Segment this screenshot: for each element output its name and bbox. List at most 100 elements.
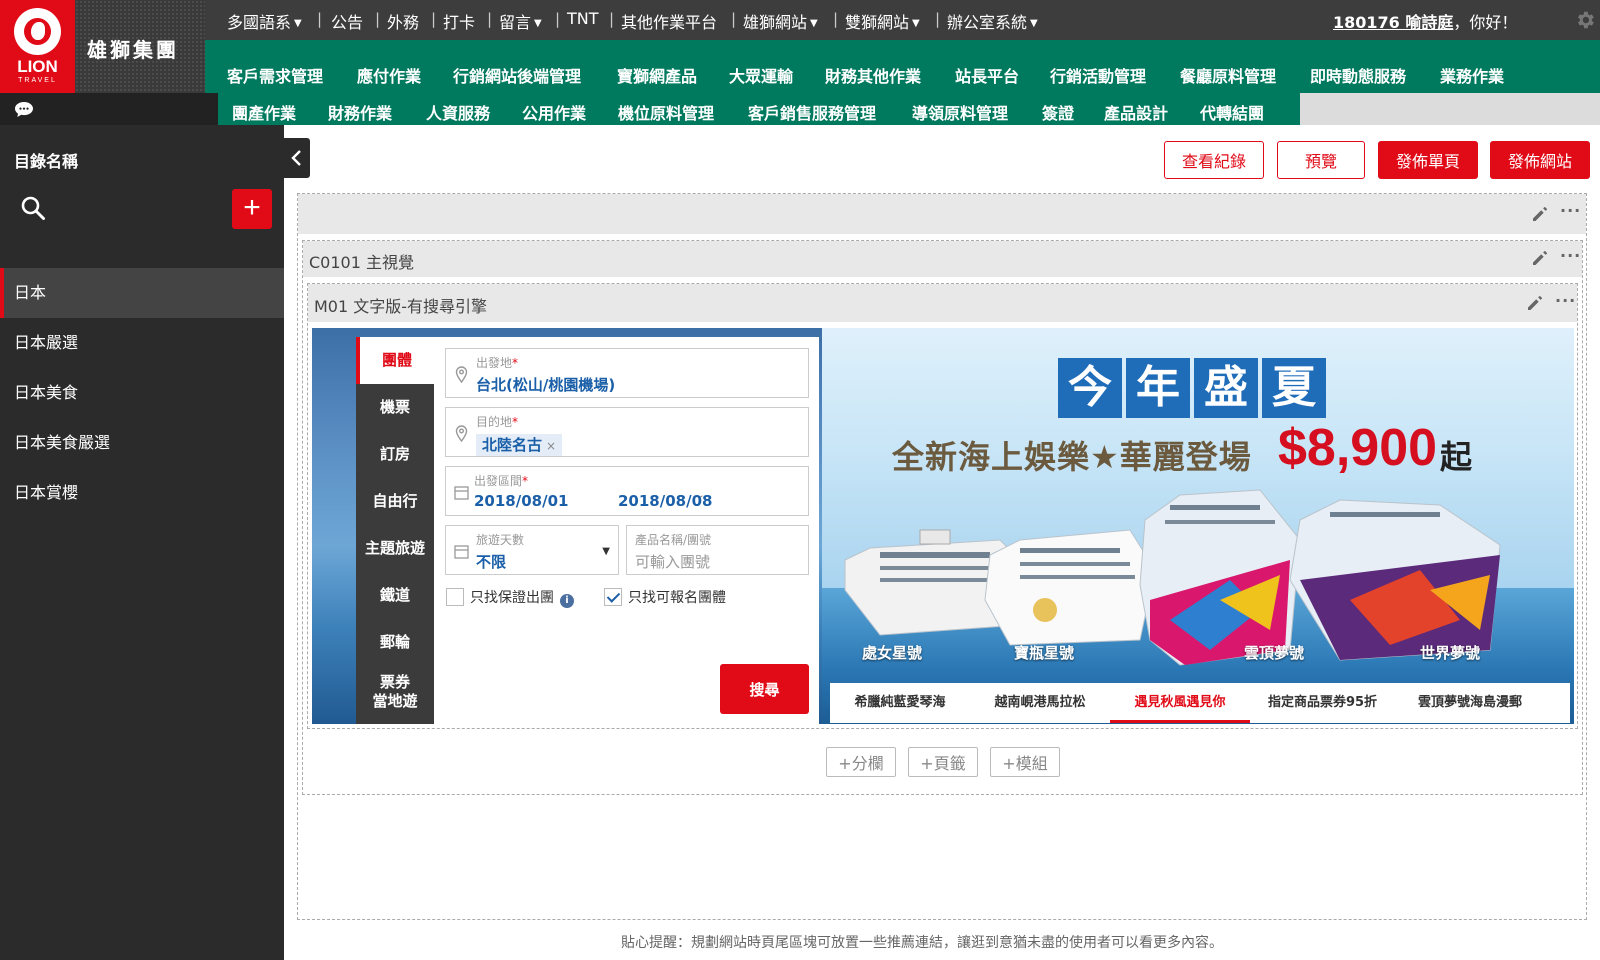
separator: | [375, 10, 381, 28]
lion-logo-icon [14, 8, 61, 55]
available-checkbox[interactable]: 只找可報名團體 [604, 587, 726, 607]
nav-visa[interactable]: 簽證 [1042, 100, 1074, 124]
gear-icon[interactable] [1574, 9, 1596, 31]
destination-field[interactable]: 目的地* 北陸名古 × [445, 407, 809, 457]
nav-realtime-services[interactable]: 即時動態服務 [1310, 63, 1406, 87]
nav-public-transport[interactable]: 大眾運輸 [729, 63, 793, 87]
checkbox-unchecked[interactable] [446, 588, 464, 606]
nav-business[interactable]: 業務作業 [1440, 63, 1504, 87]
date-range-field[interactable]: 出發區間* 2018/08/01 ~ 2018/08/08 [445, 466, 809, 516]
nav-customer-sales[interactable]: 客戶銷售服務管理 [748, 100, 876, 124]
more-options-icon[interactable]: ··· [1560, 201, 1581, 220]
sidebar-title: 目錄名稱 [14, 152, 79, 171]
nav-seat-materials[interactable]: 機位原料管理 [618, 100, 714, 124]
pencil-icon[interactable] [1526, 294, 1544, 312]
nav-marketing-backend[interactable]: 行銷網站後端管理 [453, 63, 581, 87]
nav-marketing-events[interactable]: 行銷活動管理 [1050, 63, 1146, 87]
add-catalog-button[interactable]: + [232, 189, 272, 229]
top-item-announcement[interactable]: 公告 [331, 9, 363, 33]
publish-page-button[interactable]: 發佈單頁 [1378, 141, 1478, 179]
nav-payables[interactable]: 應付作業 [357, 63, 421, 87]
pencil-icon[interactable] [1531, 205, 1549, 223]
search-button[interactable]: 搜尋 [720, 664, 809, 714]
promo-tab-ticket-discount[interactable]: 指定商品票券95折 [1250, 683, 1395, 723]
sidebar-item-japan-food[interactable]: 日本美食 [0, 368, 284, 418]
lion-travel-logo[interactable]: LION TRAVEL [0, 0, 75, 93]
hero-title-char: 夏 [1262, 358, 1326, 418]
hero-title: 今 年 盛 夏 [1058, 358, 1326, 418]
nav-hr[interactable]: 人資服務 [426, 100, 490, 124]
user-name-link[interactable]: 180176 喻詩庭 [1333, 13, 1453, 32]
add-column-button[interactable]: +分欄 [826, 747, 896, 777]
sidebar-item-japan-sakura[interactable]: 日本賞櫻 [0, 468, 284, 518]
promo-tab-autumn[interactable]: 遇見秋風遇見你 [1110, 683, 1250, 723]
sidebar-item-japan[interactable]: 日本 [0, 268, 284, 318]
trip-days-dropdown[interactable]: 旅遊天數 不限 ▼ [445, 525, 619, 575]
tab-hotel[interactable]: 訂房 [356, 431, 434, 478]
top-item-dual-lion-sites[interactable]: 雙獅網站 ▼ [845, 9, 920, 33]
tab-cruise[interactable]: 郵輪 [356, 619, 434, 666]
more-options-icon[interactable]: ··· [1555, 291, 1576, 310]
nav-guide-materials[interactable]: 導領原料管理 [912, 100, 1008, 124]
search-category-tabs: 團體 機票 訂房 自由行 主題旅遊 鐵道 郵輪 票券 當地遊 [356, 337, 434, 724]
separator: | [833, 10, 839, 28]
nav-webmaster[interactable]: 站長平台 [955, 63, 1019, 87]
publish-site-button[interactable]: 發佈網站 [1490, 141, 1590, 179]
sidebar-item-japan-food-selection[interactable]: 日本美食嚴選 [0, 418, 284, 468]
destination-label: 目的地* [476, 415, 519, 429]
tab-rail[interactable]: 鐵道 [356, 572, 434, 619]
top-item-tnt[interactable]: TNT [567, 9, 599, 28]
chat-bubble-icon[interactable] [14, 101, 34, 118]
top-item-clock-in[interactable]: 打卡 [443, 9, 475, 33]
promo-tab-genting-island[interactable]: 雲頂夢號海島漫郵 [1395, 683, 1545, 723]
origin-field[interactable]: 出發地* 台北(松山/桃園機場) [445, 348, 809, 398]
add-module-button[interactable]: +模組 [990, 747, 1060, 777]
ship-label: 處女星號 [862, 644, 923, 662]
top-item-office-systems[interactable]: 辦公室系統 ▼ [947, 9, 1038, 33]
nav-product-design[interactable]: 產品設計 [1104, 100, 1168, 124]
tab-independent[interactable]: 自由行 [356, 478, 434, 525]
separator: | [555, 10, 561, 28]
tab-theme-tour[interactable]: 主題旅遊 [356, 525, 434, 572]
more-options-icon[interactable]: ··· [1560, 246, 1581, 265]
hero-title-char: 今 [1058, 358, 1122, 418]
tab-tickets-local[interactable]: 票券 當地遊 [356, 669, 434, 719]
product-name-input[interactable]: 產品名稱/團號 可輸入團號 [626, 525, 809, 575]
separator: | [935, 10, 941, 28]
view-history-button[interactable]: 查看紀錄 [1164, 141, 1264, 179]
nav-transfer-closing[interactable]: 代轉結團 [1200, 100, 1264, 124]
checkbox-checked[interactable] [604, 588, 622, 606]
top-item-other-platforms[interactable]: 其他作業平台 [621, 9, 717, 33]
preview-button[interactable]: 預覽 [1277, 141, 1365, 179]
search-icon[interactable] [20, 195, 46, 221]
destination-tag[interactable]: 北陸名古 × [476, 434, 563, 456]
tab-group-tour[interactable]: 團體 [356, 337, 434, 384]
brand-panel: 雄獅集團 [75, 0, 205, 93]
top-item-fieldwork[interactable]: 外務 [387, 9, 419, 33]
remove-tag-icon[interactable]: × [546, 439, 556, 453]
pencil-icon[interactable] [1531, 249, 1549, 267]
collapse-sidebar-button[interactable] [284, 138, 310, 178]
nav-finance[interactable]: 財務作業 [328, 100, 392, 124]
hero-title-char: 盛 [1194, 358, 1258, 418]
section-label: C0101 主視覺 [309, 253, 414, 272]
info-icon[interactable]: i [560, 594, 574, 608]
guarantee-checkbox[interactable]: 只找保證出團 i [446, 587, 574, 608]
promo-tab-greece[interactable]: 希臘純藍愛琴海 [830, 683, 970, 723]
promo-tab-danang[interactable]: 越南峴港馬拉松 [970, 683, 1110, 723]
sidebar-item-japan-selection[interactable]: 日本嚴選 [0, 318, 284, 368]
nav-restaurant-materials[interactable]: 餐廳原料管理 [1180, 63, 1276, 87]
top-item-lion-sites[interactable]: 雄獅網站 ▼ [743, 9, 818, 33]
nav-public[interactable]: 公用作業 [522, 100, 586, 124]
top-item-languages[interactable]: 多國語系 ▼ [227, 9, 302, 33]
nav-customer-needs[interactable]: 客戶需求管理 [227, 63, 323, 87]
tab-flight[interactable]: 機票 [356, 384, 434, 431]
nav-baoshi-products[interactable]: 寶獅網產品 [617, 63, 697, 87]
nav-group-products[interactable]: 團產作業 [232, 100, 296, 124]
logo-subtext: TRAVEL [18, 77, 57, 84]
calendar-icon [454, 545, 469, 559]
add-tab-button[interactable]: +頁籤 [908, 747, 978, 777]
top-item-messages[interactable]: 留言 ▼ [499, 9, 542, 33]
nav-finance-other[interactable]: 財務其他作業 [825, 63, 921, 87]
location-pin-icon [455, 425, 468, 442]
